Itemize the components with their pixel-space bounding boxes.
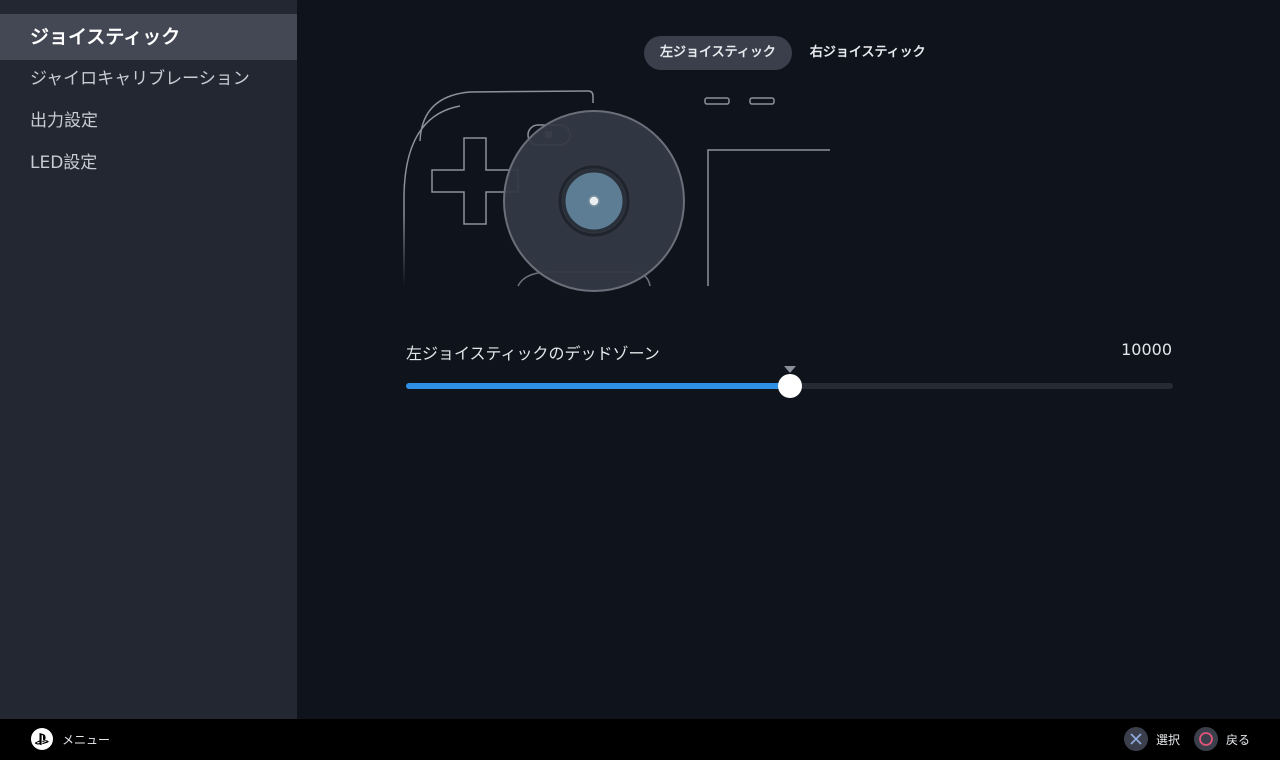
tab-right-joystick[interactable]: 右ジョイスティック	[794, 36, 942, 70]
default-position-marker-icon	[784, 366, 796, 373]
playstation-logo-icon	[31, 728, 53, 750]
slider-fill	[406, 383, 790, 389]
menu-label: メニュー	[62, 732, 111, 747]
menu-button[interactable]: メニュー	[31, 728, 110, 750]
deadzone-value: 10000	[1121, 340, 1172, 359]
sidebar-item-gyro-calibration[interactable]: ジャイロキャリブレーション	[0, 56, 297, 102]
back-label: 戻る	[1225, 732, 1250, 747]
tab-left-joystick[interactable]: 左ジョイスティック	[644, 36, 792, 70]
sidebar-item-led-settings[interactable]: LED設定	[0, 140, 297, 186]
joystick-tabs: 左ジョイスティック 右ジョイスティック	[644, 36, 942, 70]
controller-illustration	[403, 90, 830, 292]
deadzone-label: 左ジョイスティックのデッドゾーン	[406, 344, 660, 363]
circle-button-icon	[1193, 727, 1218, 751]
deadzone-slider[interactable]	[406, 366, 1173, 402]
main-panel: 左ジョイスティック 右ジョイスティック 左ジョイスティックのデッドゾーン 100…	[297, 0, 1280, 719]
select-hint[interactable]: 選択	[1123, 727, 1180, 751]
back-hint[interactable]: 戻る	[1193, 727, 1250, 751]
cross-button-icon	[1123, 727, 1148, 751]
select-label: 選択	[1155, 732, 1180, 747]
sidebar: ジョイスティック ジャイロキャリブレーション 出力設定 LED設定	[0, 0, 297, 719]
footer-bar: メニュー 選択 戻る	[0, 719, 1280, 760]
controller-settings-app: ジョイスティック ジャイロキャリブレーション 出力設定 LED設定 左ジョイステ…	[0, 0, 1280, 760]
sidebar-item-output-settings[interactable]: 出力設定	[0, 98, 297, 144]
button-hints: 選択 戻る	[1123, 727, 1250, 751]
slider-thumb[interactable]	[778, 374, 802, 398]
left-joystick-graphic	[503, 110, 685, 292]
sidebar-item-joystick[interactable]: ジョイスティック	[0, 14, 297, 60]
